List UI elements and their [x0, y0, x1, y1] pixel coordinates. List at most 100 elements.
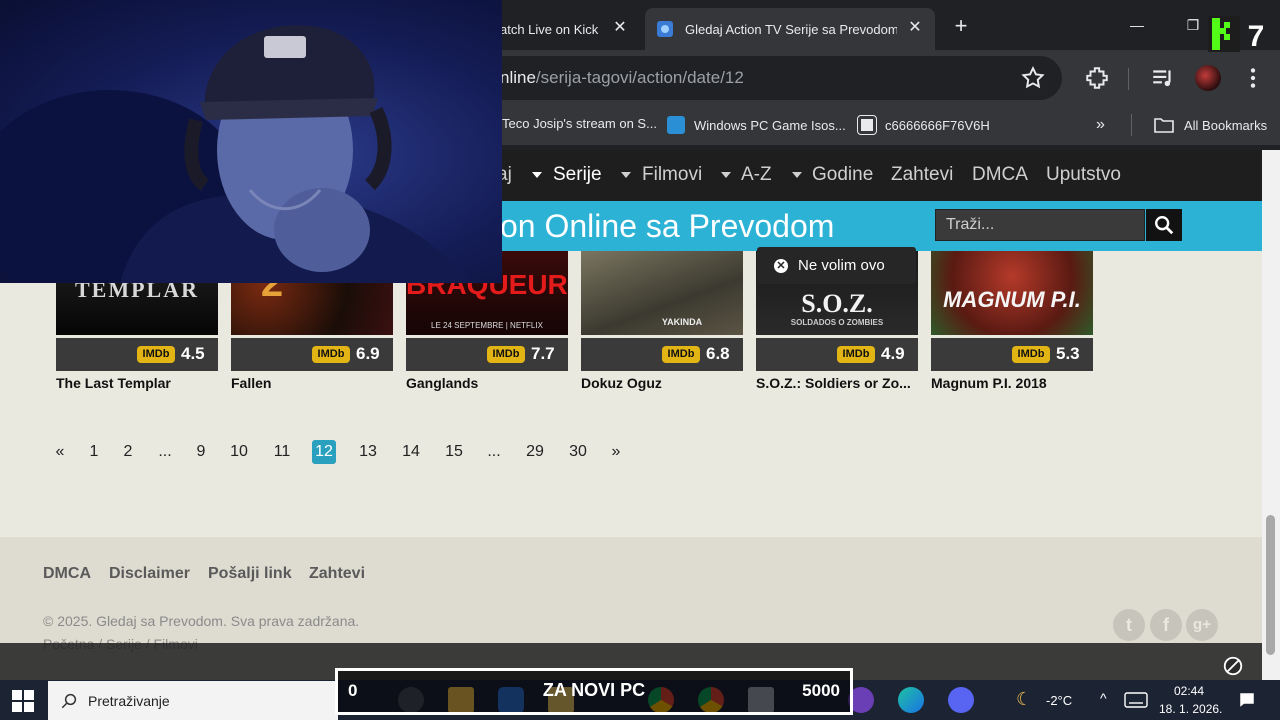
clock-date[interactable]: 18. 1. 2026. [1159, 702, 1222, 716]
taskbar-search-placeholder: Pretraživanje [88, 693, 170, 709]
bookmark-item[interactable]: Windows PC Game Isos... [667, 116, 846, 134]
page-link[interactable]: 11 [270, 440, 294, 464]
card-title[interactable]: S.O.Z.: Soldiers or Zo... [756, 375, 918, 391]
profile-avatar[interactable] [1195, 65, 1221, 91]
page-link[interactable]: 29 [523, 440, 547, 464]
page-link[interactable]: 30 [566, 440, 590, 464]
google-plus-icon[interactable]: g+ [1186, 609, 1218, 641]
scrollbar-thumb[interactable] [1266, 515, 1275, 655]
imdb-badge: IMDb [837, 346, 875, 363]
rating-value: 6.8 [706, 344, 730, 363]
rating-value: 5.3 [1056, 344, 1080, 363]
rating-value: 4.5 [181, 344, 205, 363]
bookmark-label: Teco Josip's stream on S... [502, 116, 657, 131]
weather-temperature[interactable]: -2°C [1046, 693, 1072, 708]
page-link[interactable]: 14 [399, 440, 423, 464]
extensions-icon[interactable] [1084, 65, 1110, 91]
minimize-icon[interactable]: — [1124, 12, 1150, 38]
menu-dots-icon[interactable] [1240, 65, 1266, 91]
all-bookmarks-button[interactable]: All Bookmarks [1154, 116, 1267, 134]
page-link[interactable]: 1 [82, 440, 106, 464]
twitter-icon[interactable]: t [1113, 609, 1145, 641]
tray-chevron-up-icon[interactable]: ^ [1100, 690, 1107, 706]
chevron-down-icon [721, 172, 731, 178]
bookmark-star-icon[interactable] [1020, 65, 1046, 91]
imdb-badge: IMDb [137, 346, 175, 363]
nav-item-zahtevi[interactable]: Zahtevi [891, 164, 953, 186]
nav-item-a-z[interactable]: A-Z [741, 164, 772, 186]
search-button[interactable] [1146, 209, 1182, 241]
page-link[interactable]: 13 [356, 440, 380, 464]
footer-link-dmca[interactable]: DMCA [43, 565, 91, 583]
bookmark-item[interactable]: c6666666F76V6H [857, 115, 990, 135]
footer-link-zahtevi[interactable]: Zahtevi [309, 565, 365, 583]
page-ellipsis: ... [487, 443, 501, 460]
rating-bar: IMDb 5.3 [931, 338, 1093, 371]
discord-icon[interactable] [948, 687, 974, 713]
rating-bar: IMDb 4.5 [56, 338, 218, 371]
goal-title: ZA NOVI PC [542, 680, 646, 700]
footer-link-posalji[interactable]: Pošalji link [208, 565, 292, 583]
bookmarks-overflow-icon[interactable]: » [1096, 116, 1105, 134]
nav-item-uputstvo[interactable]: Uputstvo [1046, 164, 1121, 186]
page-link[interactable]: 10 [227, 440, 251, 464]
search-input[interactable] [935, 209, 1145, 241]
rating-value: 6.9 [356, 344, 380, 363]
footer-link-disclaimer[interactable]: Disclaimer [109, 565, 190, 583]
page-link[interactable]: 9 [189, 440, 213, 464]
goal-target: 5000 [802, 681, 840, 700]
site-title: on Online sa Prevodom [500, 208, 835, 244]
url-path: /serija-tagovi/action/date/12 [535, 68, 744, 87]
poster-image[interactable]: YAKINDA [581, 251, 743, 335]
tab-title: Gledaj Action TV Serije sa Prevodom O [685, 21, 897, 37]
page-scrollbar[interactable] [1262, 150, 1280, 680]
bookmarks-separator [1131, 114, 1132, 136]
card-title[interactable]: Ganglands [406, 375, 568, 391]
dislike-button[interactable]: ✕ Ne volim ovo [757, 247, 916, 284]
card-title[interactable]: Magnum P.I. 2018 [931, 375, 1093, 391]
kick-badge-number: 7 [1248, 20, 1265, 52]
nav-item-dmca[interactable]: DMCA [972, 164, 1028, 186]
search-icon [61, 693, 77, 709]
clock-time[interactable]: 02:44 [1174, 684, 1204, 698]
page-link[interactable]: 2 [116, 440, 140, 464]
page-next[interactable]: » [604, 440, 628, 464]
url-text[interactable]: nline/serija-tagovi/action/date/12 [500, 68, 744, 88]
tab-close-icon[interactable]: ✕ [905, 18, 925, 38]
bookmark-label: c6666666F76V6H [885, 117, 990, 133]
folder-icon [1154, 118, 1174, 133]
media-control-icon[interactable] [1150, 65, 1176, 91]
nav-item-filmovi[interactable]: Filmovi [642, 164, 702, 186]
tab-kick[interactable]: atch Live on Kick ✕ [488, 8, 640, 50]
tab-close-icon[interactable]: ✕ [610, 18, 630, 38]
edge-icon[interactable] [898, 687, 924, 713]
nav-item-serije[interactable]: Serije [553, 164, 602, 186]
poster-image[interactable]: MAGNUM P.I. [931, 251, 1093, 335]
copyright-text: © 2025. Gledaj sa Prevodom. Sva prava za… [43, 613, 360, 629]
new-tab-button[interactable]: + [948, 14, 974, 40]
card-title[interactable]: Dokuz Oguz [581, 375, 743, 391]
weather-moon-icon: ☾ [1016, 689, 1033, 709]
taskbar-search-box[interactable]: Pretraživanje [48, 681, 338, 720]
card-title[interactable]: The Last Templar [56, 375, 218, 391]
facebook-icon[interactable]: f [1150, 609, 1182, 641]
page-link[interactable]: 15 [442, 440, 466, 464]
nav-item-godine[interactable]: Godine [812, 164, 873, 186]
poster-subtext: YAKINDA [661, 317, 703, 327]
poster-text: S.O.Z. [801, 289, 873, 318]
page-prev[interactable]: « [48, 440, 72, 464]
site-favicon-icon [657, 21, 673, 37]
url-host: nline [500, 68, 536, 87]
tab-active[interactable]: Gledaj Action TV Serije sa Prevodom O ✕ [645, 8, 935, 50]
bookmark-item[interactable]: Teco Josip's stream on S... [502, 116, 657, 131]
card-title[interactable]: Fallen [231, 375, 393, 391]
page-current[interactable]: 12 [312, 440, 336, 464]
rating-bar: IMDb 7.7 [406, 338, 568, 371]
notifications-icon[interactable] [1238, 691, 1256, 709]
imdb-badge: IMDb [662, 346, 700, 363]
block-icon[interactable] [1222, 655, 1244, 677]
restore-icon[interactable]: ❐ [1180, 12, 1206, 38]
address-bar[interactable]: nline/serija-tagovi/action/date/12 [470, 56, 1062, 100]
keyboard-icon[interactable] [1124, 692, 1148, 708]
windows-start-icon[interactable] [12, 690, 34, 712]
